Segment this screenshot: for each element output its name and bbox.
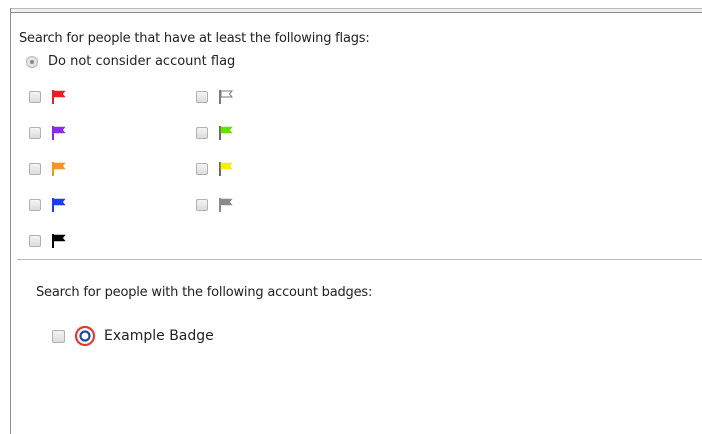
black-flag-icon xyxy=(52,234,66,248)
flag-checkbox-purple[interactable] xyxy=(29,127,41,139)
flag-option-gray[interactable] xyxy=(196,197,234,213)
badge-checkbox[interactable] xyxy=(52,329,65,343)
white-flag-icon xyxy=(219,90,234,104)
flag-checkbox-orange[interactable] xyxy=(29,163,41,175)
ignore-flag-radio[interactable] xyxy=(26,55,38,68)
flag-option-red[interactable] xyxy=(29,89,67,105)
badges-section-title: Search for people with the following acc… xyxy=(36,285,373,300)
panel-left-border xyxy=(10,8,11,434)
flag-option-orange[interactable] xyxy=(29,161,67,177)
yellow-flag-icon xyxy=(219,162,233,176)
flag-option-black[interactable] xyxy=(29,233,67,249)
ignore-flag-option[interactable]: Do not consider account flag xyxy=(26,54,235,69)
section-divider xyxy=(17,259,702,260)
flag-checkbox-yellow[interactable] xyxy=(196,163,208,175)
flags-section-title: Search for people that have at least the… xyxy=(19,31,370,46)
ignore-flag-label: Do not consider account flag xyxy=(48,54,236,69)
panel-top-border xyxy=(10,8,702,13)
flag-option-white[interactable] xyxy=(196,89,234,105)
flag-option-blue[interactable] xyxy=(29,197,67,213)
flag-checkbox-white[interactable] xyxy=(196,91,208,103)
badge-icon xyxy=(74,325,96,347)
flag-option-yellow[interactable] xyxy=(196,161,234,177)
flag-checkbox-red[interactable] xyxy=(29,91,41,103)
gray-flag-icon xyxy=(219,198,233,212)
flag-checkbox-green[interactable] xyxy=(196,127,208,139)
badge-label: Example Badge xyxy=(104,328,214,344)
flag-checkbox-gray[interactable] xyxy=(196,199,208,211)
green-flag-icon xyxy=(219,126,233,140)
red-flag-icon xyxy=(52,90,66,104)
blue-flag-icon xyxy=(52,198,66,212)
flag-checkbox-black[interactable] xyxy=(29,235,41,247)
flag-option-purple[interactable] xyxy=(29,125,67,141)
flag-option-green[interactable] xyxy=(196,125,234,141)
flag-checkbox-blue[interactable] xyxy=(29,199,41,211)
orange-flag-icon xyxy=(52,162,66,176)
purple-flag-icon xyxy=(52,126,66,140)
badge-option-example[interactable]: Example Badge xyxy=(52,325,214,347)
